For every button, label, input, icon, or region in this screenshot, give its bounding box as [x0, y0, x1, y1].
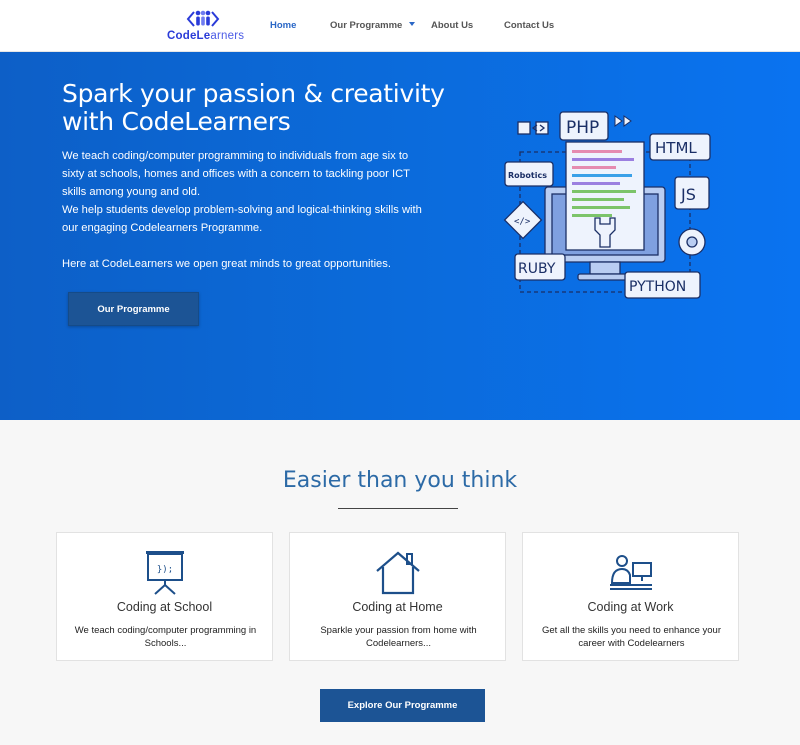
explore-our-programme-button[interactable]: Explore Our Programme — [320, 689, 485, 722]
hero-paragraph-3: Here at CodeLearners we open great minds… — [62, 258, 391, 270]
svg-text:</>: </> — [514, 217, 531, 227]
hero-title: Spark your passion & creativity with Cod… — [62, 79, 445, 136]
js-label: JS — [680, 185, 696, 204]
nav-about-us[interactable]: About Us — [431, 20, 473, 31]
site-header: CodeLearners Home Our Programme About Us… — [0, 0, 800, 52]
robotics-label: Robotics — [508, 171, 547, 180]
section-divider — [338, 508, 458, 509]
card-coding-at-work[interactable]: Coding at Work Get all the skills you ne… — [522, 532, 739, 661]
card-coding-at-home[interactable]: Coding at Home Sparkle your passion from… — [289, 532, 506, 661]
section-title: Easier than you think — [282, 468, 518, 493]
ruby-label: RUBY — [518, 261, 556, 277]
card-description: Get all the skills you need to enhance y… — [541, 625, 722, 649]
card-title: Coding at Work — [587, 600, 674, 614]
card-description: Sparkle your passion from home with Code… — [320, 625, 477, 649]
nav-our-programme[interactable]: Our Programme — [330, 20, 416, 31]
brand-logo[interactable]: CodeLearners — [165, 8, 245, 44]
hero-description: We teach coding/computer programming to … — [62, 147, 422, 273]
people-code-icon — [186, 10, 220, 27]
nav-contact-us[interactable]: Contact Us — [504, 20, 554, 31]
hero-paragraph-2: We help students develop problem-solving… — [62, 204, 422, 234]
card-title: Coding at School — [116, 600, 213, 614]
hero-banner: Spark your passion & creativity with Cod… — [0, 52, 800, 420]
nav-our-programme-label: Our Programme — [330, 20, 403, 31]
hero-paragraph-1: We teach coding/computer programming to … — [62, 150, 410, 198]
card-title: Coding at Home — [352, 600, 443, 614]
person-at-computer-icon — [609, 555, 652, 590]
our-programme-button[interactable]: Our Programme — [68, 292, 199, 326]
nav-home[interactable]: Home — [270, 20, 296, 31]
card-description: We teach coding/computer programming in … — [74, 625, 257, 649]
presentation-board-icon: }); — [145, 551, 184, 595]
house-icon — [375, 551, 420, 595]
board-code-text: }); — [156, 565, 172, 575]
python-label: PYTHON — [629, 279, 686, 295]
html-label: HTML — [655, 139, 697, 157]
chevron-down-icon — [409, 22, 416, 27]
programming-languages-monitor-illustration: PHP HTML JS Robotics RUBY PYTHON </> — [503, 111, 711, 299]
card-coding-at-school[interactable]: }); Coding at School We teach coding/com… — [56, 532, 273, 661]
php-label: PHP — [566, 118, 599, 138]
brand-name: CodeLearners — [167, 30, 245, 42]
